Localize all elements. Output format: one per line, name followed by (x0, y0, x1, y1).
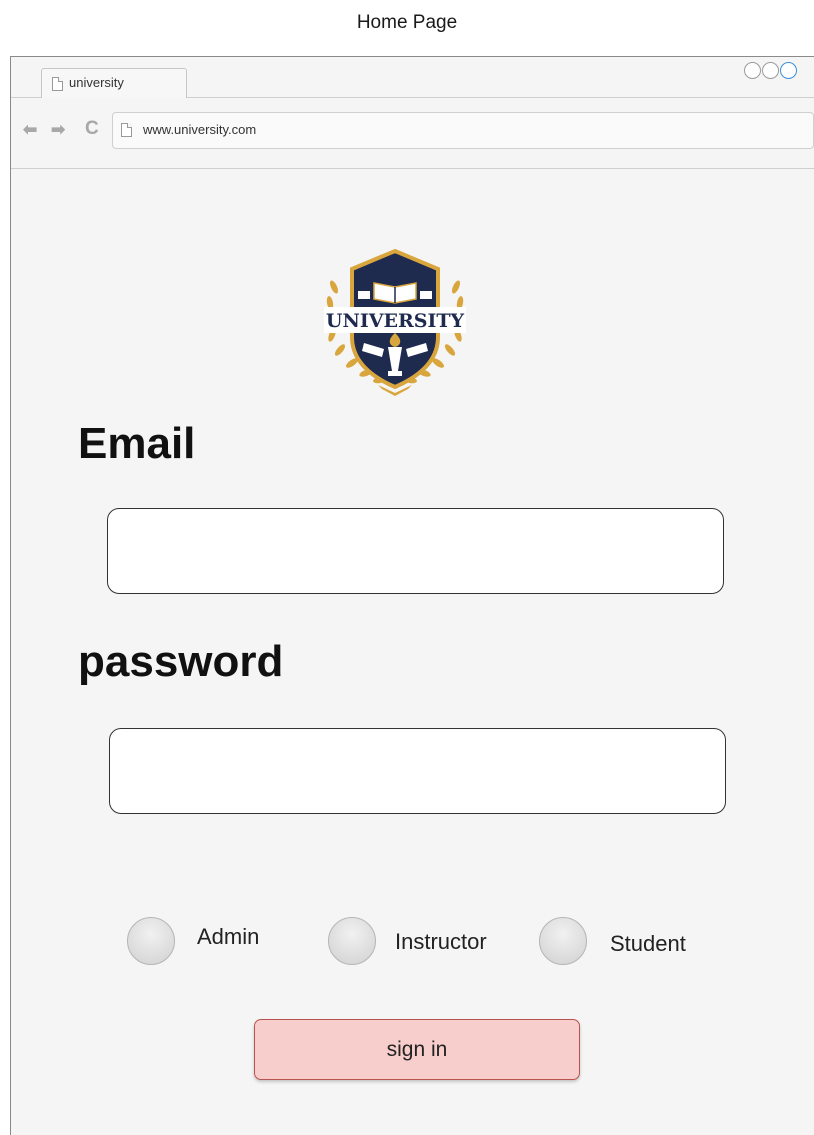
page-caption: Home Page (356, 12, 458, 33)
reload-icon[interactable]: C (85, 118, 99, 140)
university-logo: UNIVERSITY (324, 248, 466, 396)
address-bar[interactable]: www.university.com (112, 112, 814, 149)
password-input[interactable] (109, 728, 726, 814)
page-icon (52, 77, 63, 91)
back-arrow-icon[interactable]: ⬅ (23, 120, 37, 140)
browser-window: university ⬅ ➡ C www.university.com UNIV… (10, 56, 814, 1135)
url-text: www.university.com (143, 122, 257, 137)
radio-instructor[interactable] (328, 917, 376, 965)
email-input[interactable] (107, 508, 724, 594)
window-button-icon[interactable] (780, 62, 797, 79)
tab-title: university (69, 75, 124, 90)
radio-instructor-label: Instructor (395, 929, 487, 954)
logo-text: UNIVERSITY (326, 310, 465, 332)
browser-tab[interactable]: university (41, 68, 187, 98)
radio-admin-label: Admin (197, 924, 260, 949)
sign-in-button[interactable]: sign in (254, 1019, 580, 1080)
radio-admin[interactable] (127, 917, 175, 965)
window-button-icon[interactable] (744, 62, 761, 79)
radio-student[interactable] (539, 917, 587, 965)
forward-arrow-icon[interactable]: ➡ (51, 120, 65, 140)
browser-chrome: university ⬅ ➡ C www.university.com (11, 57, 814, 169)
radio-student-label: Student (610, 931, 686, 956)
password-label: password (78, 637, 284, 686)
page-icon (121, 123, 132, 137)
email-label: Email (78, 419, 196, 468)
window-button-icon[interactable] (762, 62, 779, 79)
